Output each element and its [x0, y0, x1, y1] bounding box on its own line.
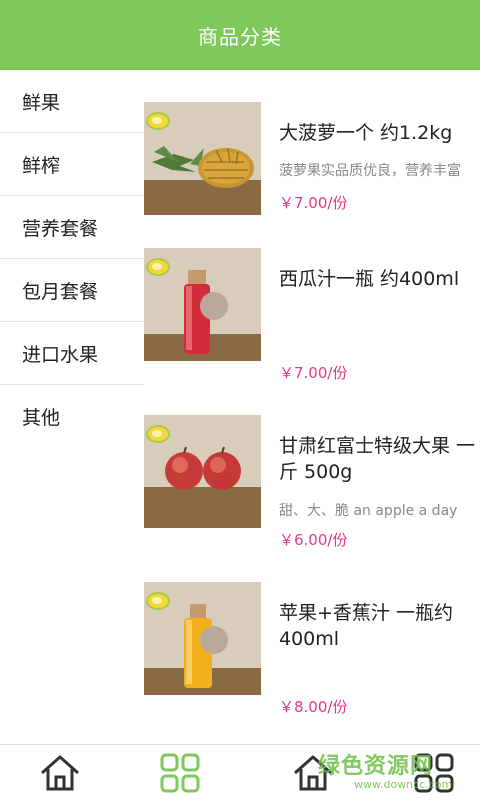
product-price: ￥7.00/份	[279, 194, 348, 212]
product-price: ￥6.00/份	[279, 531, 348, 549]
product-item[interactable]: 西瓜汁一瓶 约400ml ￥7.00/份	[144, 248, 480, 382]
lemon-badge-icon	[146, 425, 170, 443]
site-watermark: 绿色资源网 www.downcc.com	[318, 748, 478, 796]
product-item[interactable]: 甘肃红富士特级大果 一斤 500g 甜、大、脆 an apple a day ￥…	[144, 415, 480, 549]
product-item[interactable]: 苹果+香蕉汁 一瓶约400ml ￥8.00/份	[144, 582, 480, 716]
sidebar-item-imported-fruit[interactable]: 进口水果	[0, 322, 144, 385]
product-name: 甘肃红富士特级大果 一斤 500g	[279, 435, 476, 483]
page-title: 商品分类	[198, 24, 282, 49]
grid-icon	[160, 753, 200, 793]
home-icon	[41, 755, 79, 791]
product-name: 西瓜汁一瓶 约400ml	[279, 268, 460, 290]
product-description: 菠萝果实品质优良，营养丰富	[279, 163, 461, 179]
app-header: 商品分类	[0, 0, 480, 70]
product-name: 苹果+香蕉汁 一瓶约400ml	[279, 602, 453, 650]
tab-category[interactable]	[158, 751, 202, 795]
product-description: 甜、大、脆 an apple a day	[279, 503, 458, 519]
sidebar-item-label: 其他	[22, 407, 61, 429]
product-name: 大菠萝一个 约1.2kg	[279, 122, 453, 144]
sidebar-item-label: 包月套餐	[22, 280, 99, 303]
product-image[interactable]	[144, 102, 261, 215]
lemon-badge-icon	[146, 258, 170, 276]
product-price: ￥7.00/份	[279, 364, 348, 382]
sidebar-item-fresh-juice[interactable]: 鲜榨	[0, 133, 144, 196]
watermark-main: 绿色资源网	[318, 754, 434, 779]
sidebar-item-other[interactable]: 其他	[0, 385, 144, 448]
sidebar-item-label: 鲜榨	[22, 154, 61, 177]
sidebar-item-label: 鲜果	[22, 91, 61, 114]
lemon-badge-icon	[146, 592, 170, 610]
product-item[interactable]: 大菠萝一个 约1.2kg 菠萝果实品质优良，营养丰富 ￥7.00/份	[144, 102, 480, 217]
sidebar-item-nutrition-set[interactable]: 营养套餐	[0, 196, 144, 259]
lemon-badge-icon	[146, 112, 170, 130]
tab-home[interactable]	[38, 751, 82, 795]
product-image[interactable]	[144, 415, 261, 528]
sidebar-item-fresh-fruit[interactable]: 鲜果	[0, 70, 144, 133]
sidebar-item-label: 进口水果	[22, 343, 99, 366]
sidebar-item-monthly-set[interactable]: 包月套餐	[0, 259, 144, 322]
product-image[interactable]	[144, 582, 261, 695]
product-image[interactable]	[144, 248, 261, 361]
product-price: ￥8.00/份	[279, 698, 348, 716]
category-sidebar: 鲜果 鲜榨 营养套餐 包月套餐 进口水果 其他	[0, 70, 144, 448]
watermark-url: www.downcc.com	[354, 778, 453, 791]
sidebar-item-label: 营养套餐	[22, 217, 99, 240]
